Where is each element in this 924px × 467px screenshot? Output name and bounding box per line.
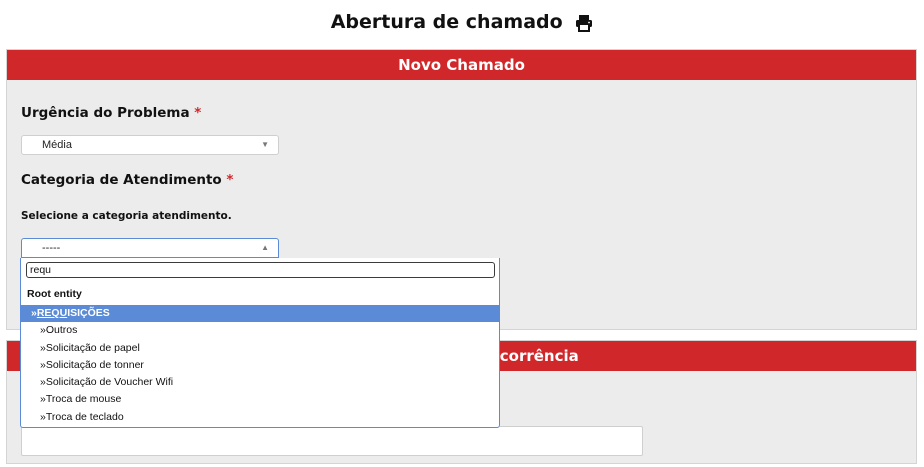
category-label-text: Categoria de Atendimento bbox=[21, 172, 222, 188]
dropdown-search-input[interactable] bbox=[26, 262, 495, 278]
urgency-label: Urgência do Problema * bbox=[21, 105, 201, 121]
category-label: Categoria de Atendimento * bbox=[21, 172, 233, 188]
category-dropdown[interactable]: Root entity »REQUISIÇÕES »Outros »Solici… bbox=[20, 258, 500, 428]
page-title-text: Abertura de chamado bbox=[330, 11, 563, 33]
dropdown-group-label: Root entity bbox=[27, 288, 82, 300]
dropdown-option[interactable]: »Troca de mouse bbox=[21, 391, 499, 408]
new-ticket-header: Novo Chamado bbox=[7, 50, 916, 80]
dropdown-option[interactable]: »Troca de teclado bbox=[21, 409, 499, 426]
dropdown-option[interactable]: »Solicitação de papel bbox=[21, 340, 499, 357]
option-rest: ISIÇÕES bbox=[67, 307, 110, 319]
dropdown-options: »REQUISIÇÕES »Outros »Solicitação de pap… bbox=[21, 305, 499, 426]
page-title: Abertura de chamado bbox=[0, 8, 924, 36]
chevron-up-icon: ▲ bbox=[261, 243, 269, 252]
printer-icon[interactable] bbox=[575, 12, 593, 32]
urgency-select[interactable]: Média ▼ bbox=[21, 135, 279, 155]
dropdown-option[interactable]: »Solicitação de Voucher Wifi bbox=[21, 374, 499, 391]
category-select[interactable]: ----- ▲ bbox=[21, 238, 279, 258]
dropdown-option-requisicoes[interactable]: »REQUISIÇÕES bbox=[21, 305, 499, 323]
option-match: REQU bbox=[36, 307, 68, 319]
urgency-label-text: Urgência do Problema bbox=[21, 105, 190, 121]
required-mark: * bbox=[194, 105, 202, 121]
chevron-down-icon: ▼ bbox=[261, 140, 269, 149]
urgency-selected-value: Média bbox=[42, 139, 72, 151]
category-hint: Selecione a categoria atendimento. bbox=[21, 210, 232, 222]
dropdown-option[interactable]: »Solicitação de tonner bbox=[21, 357, 499, 374]
dropdown-option[interactable]: »Outros bbox=[21, 322, 499, 339]
occurrence-input[interactable] bbox=[21, 426, 643, 456]
required-mark: * bbox=[226, 172, 234, 188]
category-selected-value: ----- bbox=[42, 242, 61, 254]
